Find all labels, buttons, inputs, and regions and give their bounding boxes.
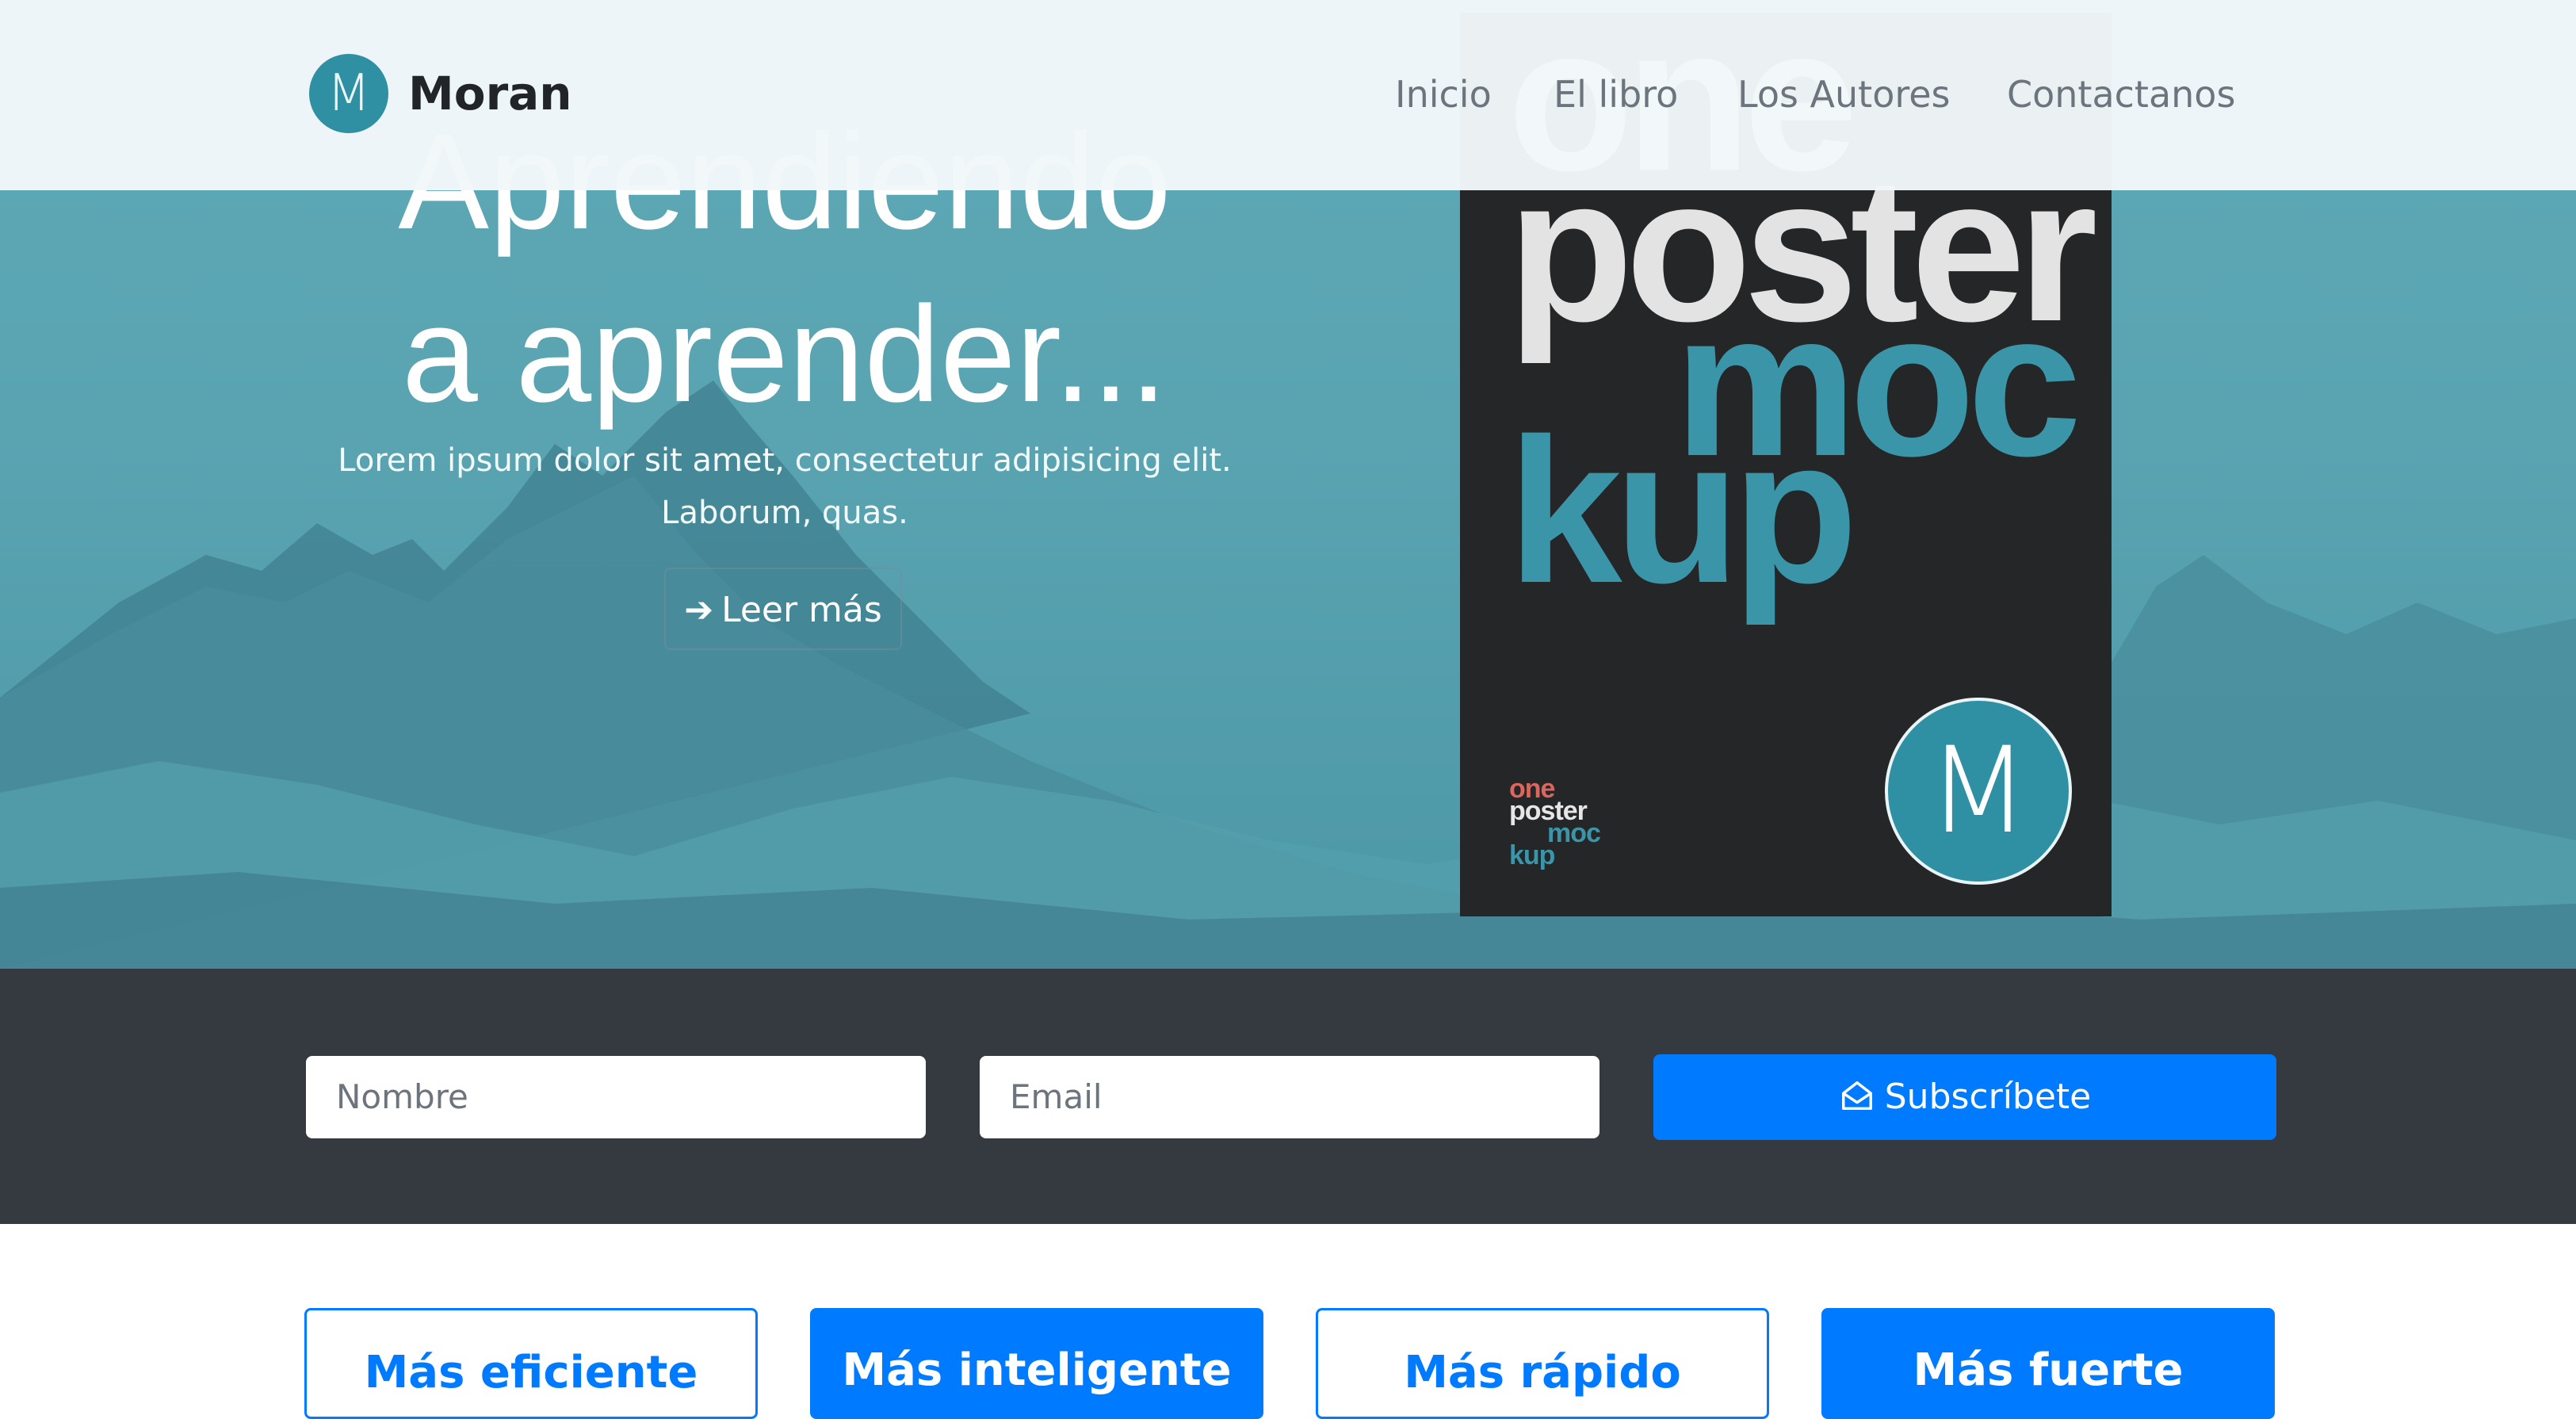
hero-title-line2: a aprender... bbox=[402, 278, 1168, 430]
feature-label: Más rápido bbox=[1404, 1347, 1681, 1398]
feature-mas-eficiente[interactable]: Más eficiente bbox=[304, 1308, 758, 1419]
envelope-open-icon bbox=[1841, 1081, 1872, 1111]
hero-subtitle-line2: Laborum, quas. bbox=[661, 495, 908, 531]
arrow-right-icon: ➔ bbox=[684, 590, 714, 630]
hero-subtitle-line1: Lorem ipsum dolor sit amet, consectetur … bbox=[338, 442, 1232, 479]
subscribe-button-label: Subscríbete bbox=[1884, 1077, 2092, 1117]
poster-small-moc: moc bbox=[1547, 818, 1601, 848]
nav-el-libro[interactable]: El libro bbox=[1554, 73, 1678, 116]
feature-label: Más eficiente bbox=[364, 1347, 698, 1398]
nav-contactanos[interactable]: Contactanos bbox=[2007, 73, 2235, 116]
nav-inicio[interactable]: Inicio bbox=[1395, 73, 1492, 116]
hero-subtitle: Lorem ipsum dolor sit amet, consectetur … bbox=[301, 434, 1268, 539]
poster-small-kup: kup bbox=[1509, 840, 1555, 870]
feature-mas-inteligente[interactable]: Más inteligente bbox=[810, 1308, 1263, 1419]
navbar: M Moran Inicio El libro Los Autores Cont… bbox=[0, 0, 2576, 190]
feature-mas-fuerte[interactable]: Más fuerte bbox=[1821, 1308, 2275, 1419]
leer-mas-button[interactable]: ➔ Leer más bbox=[664, 568, 902, 650]
feature-mas-rapido[interactable]: Más rápido bbox=[1316, 1308, 1769, 1419]
subscribe-section: Subscríbete bbox=[0, 969, 2576, 1224]
leer-mas-label: Leer más bbox=[721, 590, 882, 630]
brand-logo[interactable]: M bbox=[309, 54, 388, 133]
poster-word-kup: kup bbox=[1508, 396, 1858, 626]
feature-label: Más fuerte bbox=[1913, 1344, 2184, 1396]
subscribe-button[interactable]: Subscríbete bbox=[1653, 1054, 2276, 1140]
poster-logo: M bbox=[1885, 698, 2072, 885]
feature-label: Más inteligente bbox=[842, 1344, 1232, 1396]
name-input[interactable] bbox=[306, 1056, 926, 1138]
email-input[interactable] bbox=[980, 1056, 1599, 1138]
brand-name[interactable]: Moran bbox=[408, 67, 572, 120]
nav-los-autores[interactable]: Los Autores bbox=[1737, 73, 1951, 116]
